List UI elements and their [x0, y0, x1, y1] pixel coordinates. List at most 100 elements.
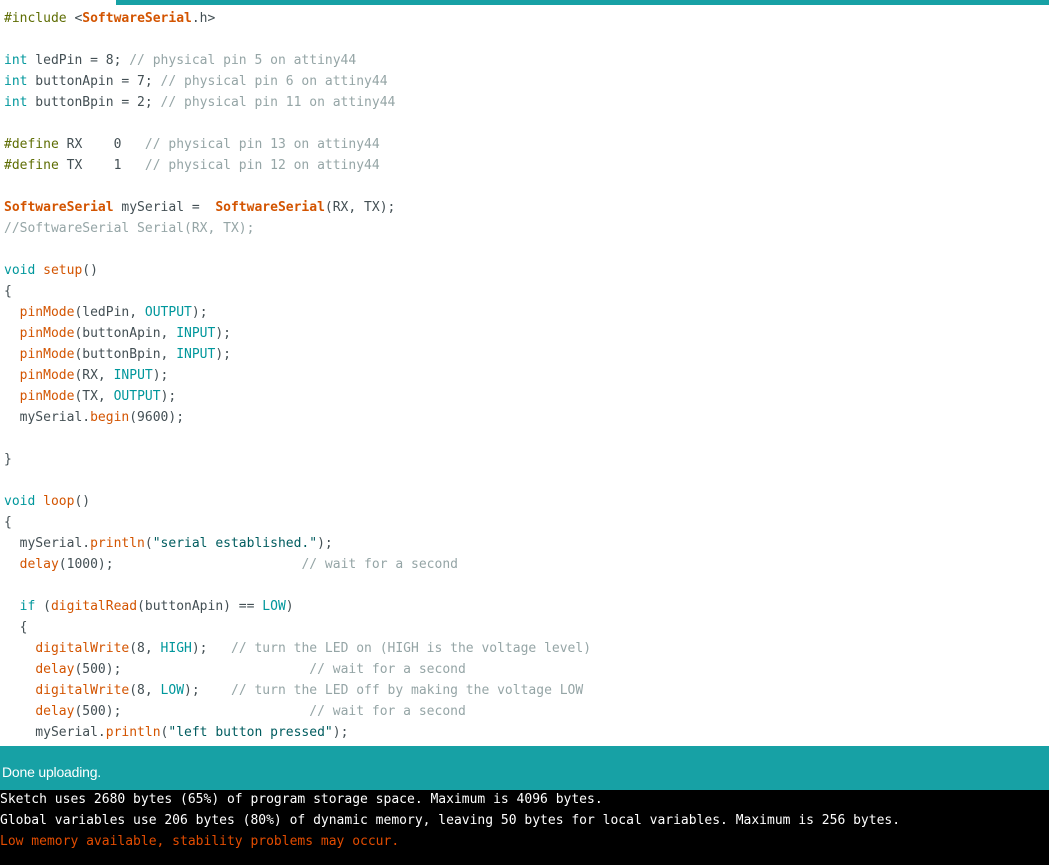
code-token-func: delay	[35, 662, 75, 677]
code-line: pinMode(ledPin, OUTPUT);	[4, 302, 591, 323]
code-token-comment: // wait for a second	[309, 662, 466, 677]
code-token-plain: mySerial.	[4, 725, 106, 740]
code-line: #define RX 0 // physical pin 13 on attin…	[4, 134, 591, 155]
code-token-plain: (	[144, 536, 153, 551]
code-token-plain: (buttonBpin,	[74, 347, 177, 362]
code-token-func: digitalWrite	[35, 641, 130, 656]
code-token-classname: SoftwareSerial	[4, 200, 114, 215]
code-editor[interactable]: #include <SoftwareSerial.h> int ledPin = …	[0, 5, 1049, 746]
code-token-plain: (8,	[129, 683, 161, 698]
code-token-plain: (ledPin,	[74, 305, 145, 320]
code-line: //SoftwareSerial Serial(RX, TX);	[4, 218, 591, 239]
code-token-const: LOW	[262, 599, 286, 614]
code-token-type: int	[4, 74, 28, 89]
code-token-plain: RX 0	[58, 137, 145, 152]
code-token-plain: buttonBpin = 2;	[27, 95, 161, 110]
code-line: #define TX 1 // physical pin 12 on attin…	[4, 155, 591, 176]
code-token-func: pinMode	[19, 347, 75, 362]
code-token-plain: (8,	[129, 641, 161, 656]
code-line: {	[4, 617, 591, 638]
code-token-type: void	[4, 494, 36, 509]
code-line: void setup()	[4, 260, 591, 281]
code-token-comment: // physical pin 12 on attiny44	[144, 158, 380, 173]
code-token-preproc: #define	[4, 158, 59, 173]
code-token-func: pinMode	[19, 368, 75, 383]
code-token-func: loop	[43, 494, 75, 509]
code-token-type: void	[4, 263, 36, 278]
code-line: void loop()	[4, 491, 591, 512]
code-token-plain: .h>	[191, 11, 216, 26]
code-token-plain: );	[191, 305, 208, 320]
code-area[interactable]: #include <SoftwareSerial.h> int ledPin = …	[4, 8, 591, 743]
code-token-type: if	[19, 599, 36, 614]
code-token-classname: SoftwareSerial	[215, 200, 325, 215]
code-token-func: println	[105, 725, 161, 740]
code-token-func: delay	[19, 557, 59, 572]
code-token-const: INPUT	[176, 347, 216, 362]
code-token-string: "left button pressed"	[168, 725, 333, 740]
code-line: digitalWrite(8, LOW); // turn the LED of…	[4, 680, 591, 701]
code-line: int buttonBpin = 2; // physical pin 11 o…	[4, 92, 591, 113]
code-token-plain: );	[215, 326, 231, 341]
arduino-ide-window: #include <SoftwareSerial.h> int ledPin = …	[0, 0, 1049, 865]
code-token-plain: ledPin = 8;	[27, 53, 130, 68]
code-token-func: pinMode	[19, 326, 75, 341]
code-token-func: begin	[90, 410, 130, 425]
console-line: Global variables use 206 bytes (80%) of …	[0, 813, 901, 828]
code-token-func: digitalWrite	[35, 683, 130, 698]
code-token-const: INPUT	[113, 368, 153, 383]
code-line: digitalWrite(8, HIGH); // turn the LED o…	[4, 638, 591, 659]
code-token-plain: );	[152, 368, 169, 383]
code-token-type: int	[4, 53, 28, 68]
code-line: #include <SoftwareSerial.h>	[4, 8, 591, 29]
code-token-plain: }	[4, 452, 12, 467]
code-token-plain: );	[317, 536, 333, 551]
code-line: delay(500); // wait for a second	[4, 701, 591, 722]
code-token-plain: );	[215, 347, 231, 362]
code-token-comment: // physical pin 13 on attiny44	[144, 137, 380, 152]
code-token-plain: (500);	[74, 662, 310, 677]
code-token-plain: (RX, TX);	[324, 200, 396, 215]
code-token-plain: mySerial.	[4, 536, 91, 551]
code-token-comment: // wait for a second	[309, 704, 466, 719]
code-token-plain: ()	[74, 494, 91, 509]
code-token-func: delay	[35, 704, 75, 719]
code-token-comment: // wait for a second	[301, 557, 458, 572]
code-token-plain: {	[4, 284, 12, 299]
status-message: Done uploading.	[2, 764, 101, 780]
code-token-func: setup	[43, 263, 83, 278]
code-token-const: OUTPUT	[144, 305, 192, 320]
code-token-plain: {	[4, 620, 28, 635]
output-console[interactable]: Sketch uses 2680 bytes (65%) of program …	[0, 790, 1049, 865]
code-token-plain: );	[191, 641, 231, 656]
code-token-plain: )	[285, 599, 294, 614]
code-line: {	[4, 512, 591, 533]
status-bar: Done uploading.	[0, 746, 1049, 790]
code-token-string: "serial established."	[152, 536, 318, 551]
code-token-comment: // physical pin 6 on attiny44	[160, 74, 388, 89]
code-token-plain: );	[160, 389, 177, 404]
code-token-plain: mySerial =	[113, 200, 216, 215]
code-line: delay(500); // wait for a second	[4, 659, 591, 680]
code-token-const: HIGH	[160, 641, 192, 656]
console-lines: Sketch uses 2680 bytes (65%) of program …	[0, 790, 900, 852]
code-token-plain: (RX,	[74, 368, 114, 383]
code-token-plain: (buttonApin) ==	[137, 599, 263, 614]
code-token-func: println	[90, 536, 145, 551]
code-token-plain: (1000);	[58, 557, 302, 572]
code-line: SoftwareSerial mySerial = SoftwareSerial…	[4, 197, 591, 218]
